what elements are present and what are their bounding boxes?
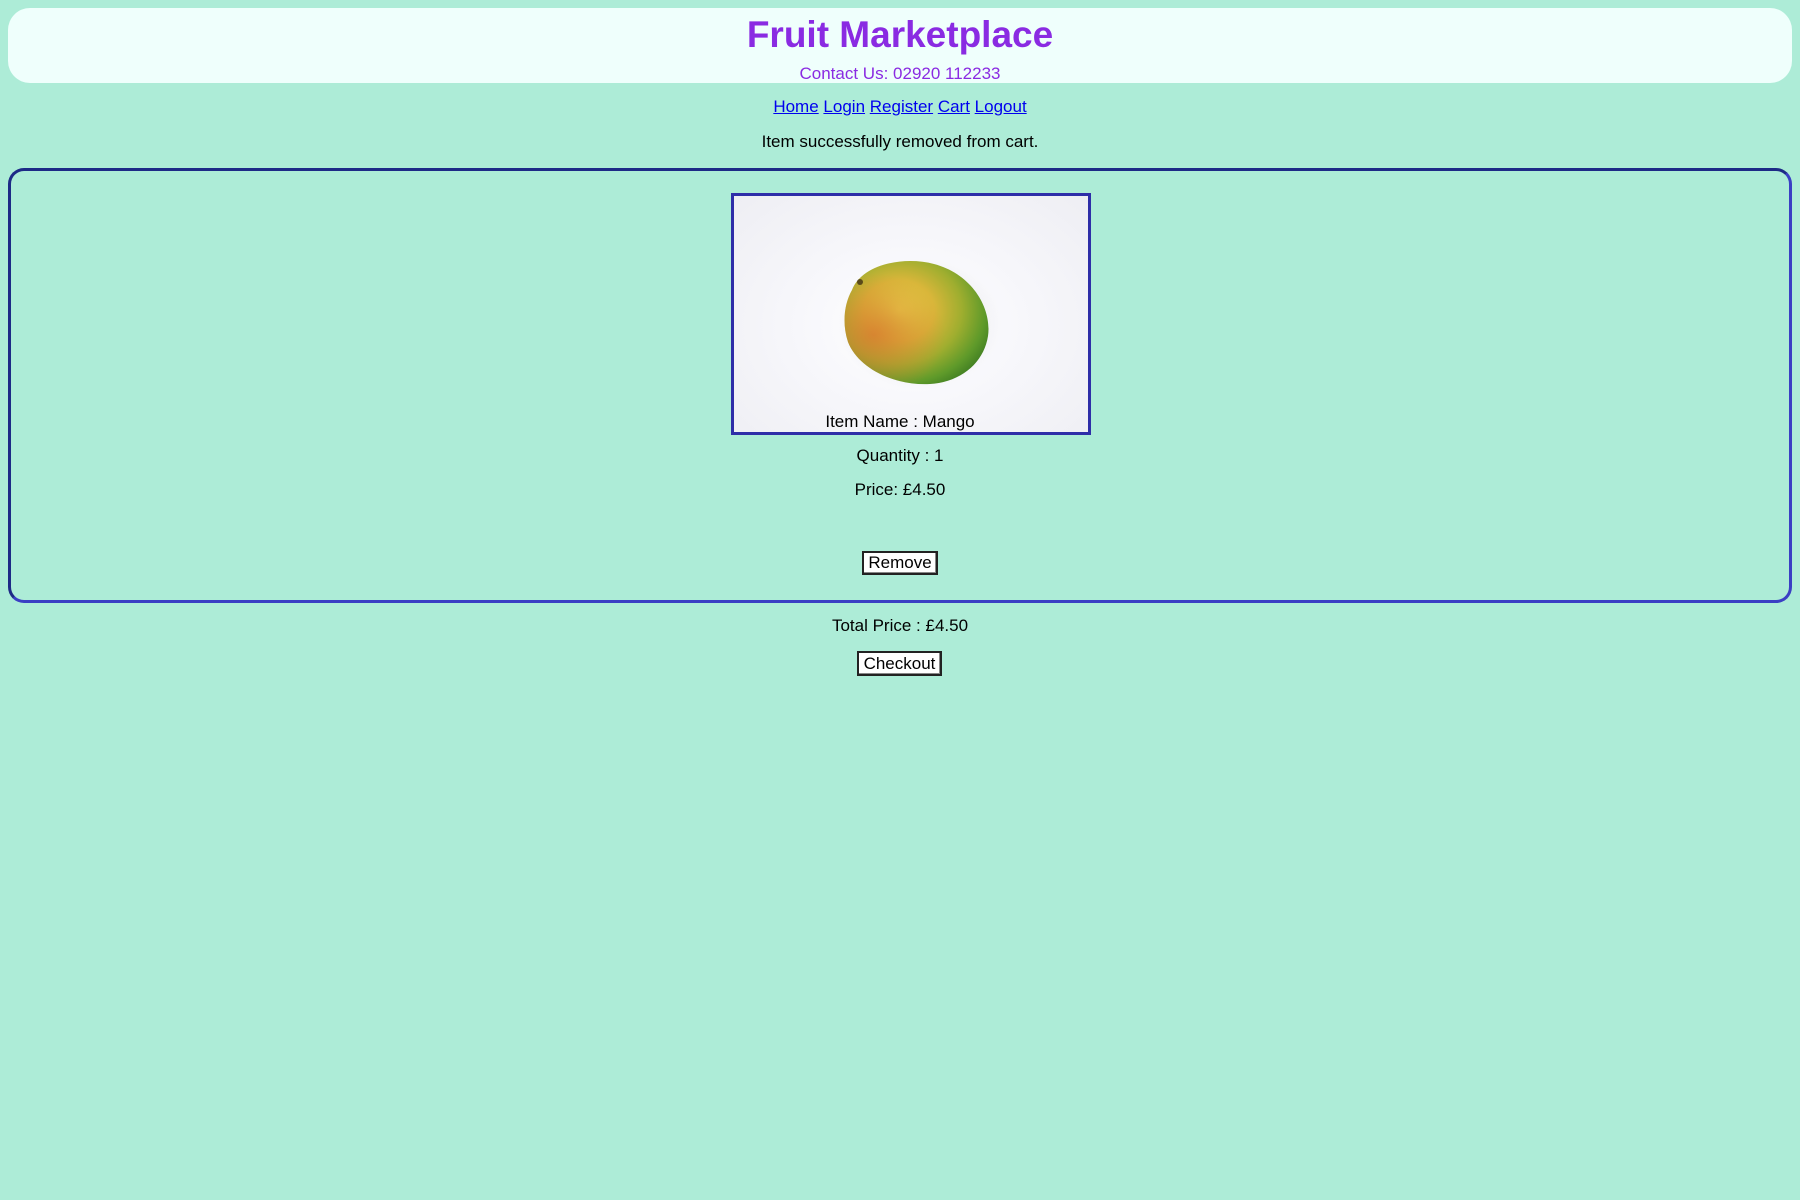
nav-link-logout[interactable]: Logout [975,97,1027,116]
nav-link-login[interactable]: Login [823,97,865,116]
mango-image [731,193,1091,435]
nav-link-cart[interactable]: Cart [938,97,970,116]
contact-info: Contact Us: 02920 112233 [799,64,1001,83]
cart-item-card: Item Name : Mango Quantity : 1 Price: £4… [8,168,1792,603]
total-price: Total Price : £4.50 [831,616,969,635]
nav-link-home[interactable]: Home [773,97,818,116]
status-message: Item successfully removed from cart. [761,132,1039,151]
remove-button[interactable]: Remove [862,551,938,575]
item-quantity: Quantity : 1 [856,446,944,465]
site-title: Fruit Marketplace [746,14,1054,55]
item-price: Price: £4.50 [854,480,946,499]
site-header: Fruit Marketplace Contact Us: 02920 1122… [8,8,1792,83]
nav-link-register[interactable]: Register [870,97,933,116]
item-name: Item Name : Mango [825,412,975,431]
nav-bar: Home Login Register Cart Logout [0,97,1800,117]
checkout-button[interactable]: Checkout [857,651,942,676]
